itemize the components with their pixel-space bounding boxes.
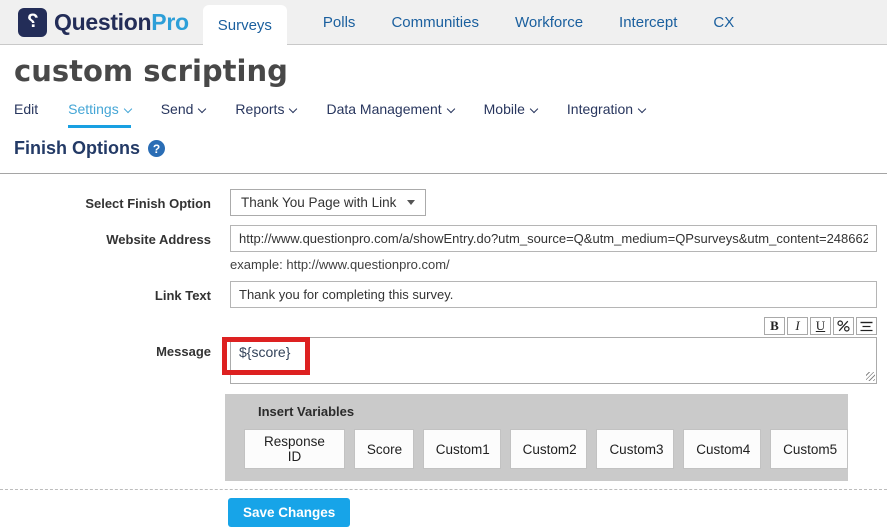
textarea-resize-handle[interactable]	[866, 372, 875, 381]
message-textarea[interactable]: ${score}	[230, 337, 877, 384]
subnav-send[interactable]: Send	[161, 101, 206, 125]
variable-button-custom4[interactable]: Custom4	[683, 429, 761, 469]
insert-variables-panel: Insert Variables Response ID Score Custo…	[225, 394, 848, 481]
variable-button-response-id[interactable]: Response ID	[244, 429, 345, 469]
message-label: Message	[0, 317, 211, 384]
subnav-integration[interactable]: Integration	[567, 101, 645, 125]
message-row: Message B I U	[0, 317, 887, 384]
section-title: Finish Options	[14, 138, 140, 159]
finish-option-select[interactable]: Thank You Page with Link	[230, 189, 426, 216]
underline-button[interactable]: U	[810, 317, 831, 335]
section-divider	[0, 173, 887, 174]
subnav-edit[interactable]: Edit	[14, 101, 38, 125]
variable-button-custom5[interactable]: Custom5	[770, 429, 848, 469]
tab-cx[interactable]: CX	[713, 14, 734, 31]
finish-option-label: Select Finish Option	[0, 189, 211, 216]
variable-button-custom2[interactable]: Custom2	[510, 429, 588, 469]
chevron-down-icon	[638, 105, 646, 113]
questionpro-logo-icon: ?	[18, 8, 47, 37]
message-format-toolbar: B I U	[230, 317, 877, 335]
subnav-data-management[interactable]: Data Management	[326, 101, 453, 125]
tab-workforce[interactable]: Workforce	[515, 14, 583, 31]
italic-button[interactable]: I	[787, 317, 808, 335]
insert-variables-buttons: Response ID Score Custom1 Custom2 Custom…	[244, 429, 848, 469]
link-icon	[837, 320, 850, 332]
variable-button-score[interactable]: Score	[354, 429, 414, 469]
finish-option-selected-value: Thank You Page with Link	[241, 195, 396, 210]
tab-intercept[interactable]: Intercept	[619, 14, 677, 31]
chevron-down-icon	[289, 105, 297, 113]
website-address-input[interactable]	[230, 225, 877, 252]
help-icon[interactable]: ?	[148, 140, 165, 157]
questionpro-logo[interactable]: ? QuestionPro	[18, 8, 189, 37]
tab-surveys[interactable]: Surveys	[203, 5, 287, 49]
align-button[interactable]	[856, 317, 877, 335]
dashed-divider	[0, 489, 887, 490]
survey-sub-navigation: Edit Settings Send Reports Data Manageme…	[14, 101, 887, 128]
variable-button-custom3[interactable]: Custom3	[596, 429, 674, 469]
logo-text-question: Question	[54, 9, 151, 35]
tab-communities[interactable]: Communities	[391, 14, 479, 31]
chevron-down-icon	[123, 105, 131, 113]
top-nav-tabs: Surveys Polls Communities Workforce Inte…	[203, 0, 735, 44]
link-text-input[interactable]	[230, 281, 877, 308]
link-text-label: Link Text	[0, 281, 211, 308]
website-address-label: Website Address	[0, 225, 211, 272]
message-editor-wrap: ${score}	[230, 337, 877, 384]
save-changes-button[interactable]: Save Changes	[228, 498, 350, 527]
variable-button-custom1[interactable]: Custom1	[423, 429, 501, 469]
subnav-mobile[interactable]: Mobile	[484, 101, 537, 125]
chevron-down-icon	[446, 105, 454, 113]
finish-options-form: Select Finish Option Thank You Page with…	[0, 189, 887, 527]
questionpro-logo-text: QuestionPro	[54, 9, 189, 36]
dropdown-arrow-icon	[407, 200, 415, 205]
align-icon	[860, 321, 873, 332]
top-navigation-bar: ? QuestionPro Surveys Polls Communities …	[0, 0, 887, 45]
website-address-hint: example: http://www.questionpro.com/	[230, 257, 877, 272]
section-heading: Finish Options ?	[14, 138, 887, 159]
chevron-down-icon	[198, 105, 206, 113]
page-title: custom scripting	[14, 54, 887, 88]
tab-polls[interactable]: Polls	[323, 14, 356, 31]
finish-option-row: Select Finish Option Thank You Page with…	[0, 189, 887, 216]
insert-variables-title: Insert Variables	[258, 404, 848, 419]
link-text-row: Link Text	[0, 281, 887, 308]
bold-button[interactable]: B	[764, 317, 785, 335]
logo-text-pro: Pro	[151, 9, 188, 35]
website-address-row: Website Address example: http://www.ques…	[0, 225, 887, 272]
link-button[interactable]	[833, 317, 854, 335]
subnav-reports[interactable]: Reports	[235, 101, 296, 125]
subnav-settings[interactable]: Settings	[68, 101, 131, 128]
chevron-down-icon	[530, 105, 538, 113]
